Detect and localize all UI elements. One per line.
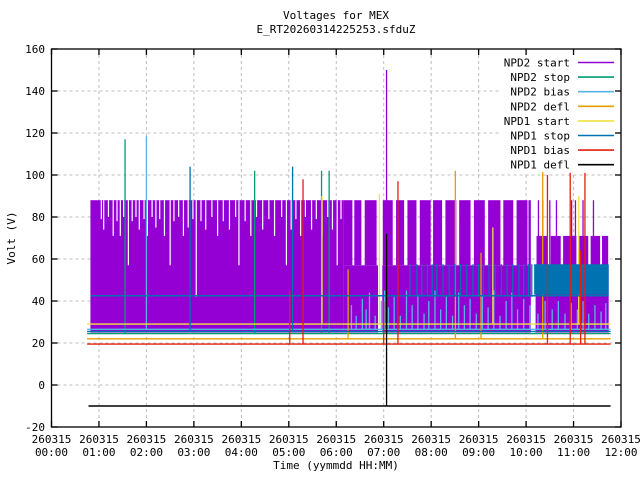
x-tick-label-time: 05:00	[272, 446, 305, 459]
y-tick-label: 80	[32, 211, 45, 224]
x-tick-label-date: 260315	[316, 433, 356, 446]
y-tick-label: 140	[25, 85, 45, 98]
legend-label: NPD1 start	[504, 115, 570, 128]
x-tick-label-time: 03:00	[177, 446, 210, 459]
x-tick-label-date: 260315	[269, 433, 309, 446]
x-tick-label-date: 260315	[364, 433, 404, 446]
series-column	[445, 200, 457, 266]
series-column	[503, 200, 514, 266]
series-column	[528, 200, 531, 266]
y-tick-label: 100	[25, 169, 45, 182]
y-tick-label: -20	[25, 421, 45, 434]
series-column	[382, 200, 393, 266]
y-tick-label: 0	[38, 379, 45, 392]
x-tick-label-time: 01:00	[82, 446, 115, 459]
y-axis-title: Volt (V)	[5, 212, 18, 265]
legend-label: NPD1 bias	[510, 144, 570, 157]
y-tick-label: 160	[25, 43, 45, 56]
x-tick-label-time: 11:00	[557, 446, 590, 459]
x-tick-label-time: 09:00	[462, 446, 495, 459]
x-tick-label-time: 06:00	[320, 446, 353, 459]
voltage-chart: NPD2 startNPD2 stop NPD2 biasNPD2 defl NPD…	[0, 0, 640, 480]
x-tick-label-time: 12:00	[604, 446, 637, 459]
series-column	[459, 200, 471, 266]
series-column	[343, 200, 353, 266]
legend-label: NPD2 stop	[510, 71, 570, 84]
legend: NPD2 startNPD2 stop NPD2 biasNPD2 defl NPD…	[500, 54, 614, 172]
x-tick-label-time: 04:00	[225, 446, 258, 459]
x-axis-title: Time (yymmdd HH:MM)	[273, 459, 399, 472]
legend-label: NPD2 bias	[510, 86, 570, 99]
series-column	[433, 200, 443, 266]
series-column	[407, 200, 417, 266]
x-tick-label-date: 260315	[127, 433, 167, 446]
legend-label: NPD1 stop	[510, 130, 570, 143]
series-column	[354, 200, 362, 266]
y-tick-label: 20	[32, 337, 45, 350]
y-tick-label: 60	[32, 253, 45, 266]
series-column	[516, 200, 528, 266]
x-tick-label-date: 260315	[411, 433, 451, 446]
chart-subtitle: E_RT20260314225253.sfduZ	[257, 23, 416, 36]
x-tick-label-date: 260315	[506, 433, 546, 446]
x-tick-label-date: 260315	[32, 433, 72, 446]
voltage-chart-figure: NPD2 start NPD2 stop NPD2 bias NPD2 defl NPD…	[0, 0, 640, 480]
x-tick-label-time: 08:00	[415, 446, 448, 459]
x-tick-label-time: 10:00	[510, 446, 543, 459]
x-tick-label-date: 260315	[459, 433, 499, 446]
x-tick-label-time: 07:00	[367, 446, 400, 459]
x-tick-label-time: 00:00	[35, 446, 68, 459]
legend-label: NPD2 start	[504, 57, 570, 70]
x-tick-label-date: 260315	[601, 433, 640, 446]
series-column	[419, 200, 431, 266]
series-block	[534, 264, 609, 295]
x-tick-label-date: 260315	[221, 433, 261, 446]
series-column	[550, 235, 561, 266]
y-tick-label: 120	[25, 127, 45, 140]
x-tick-label-date: 260315	[554, 433, 594, 446]
chart-title: Voltages for MEX	[283, 9, 389, 22]
series-column	[364, 200, 377, 266]
series-column	[488, 200, 501, 266]
legend-label: NPD1 defl	[510, 159, 570, 172]
series-column	[590, 235, 601, 266]
series-column	[396, 200, 405, 266]
x-tick-label-date: 260315	[174, 433, 214, 446]
legend-label: NPD2 defl	[510, 100, 570, 113]
series-column	[473, 200, 485, 266]
x-tick-label-date: 260315	[79, 433, 119, 446]
series-column	[602, 235, 609, 266]
y-tick-label: 40	[32, 295, 45, 308]
x-tick-label-time: 02:00	[130, 446, 163, 459]
